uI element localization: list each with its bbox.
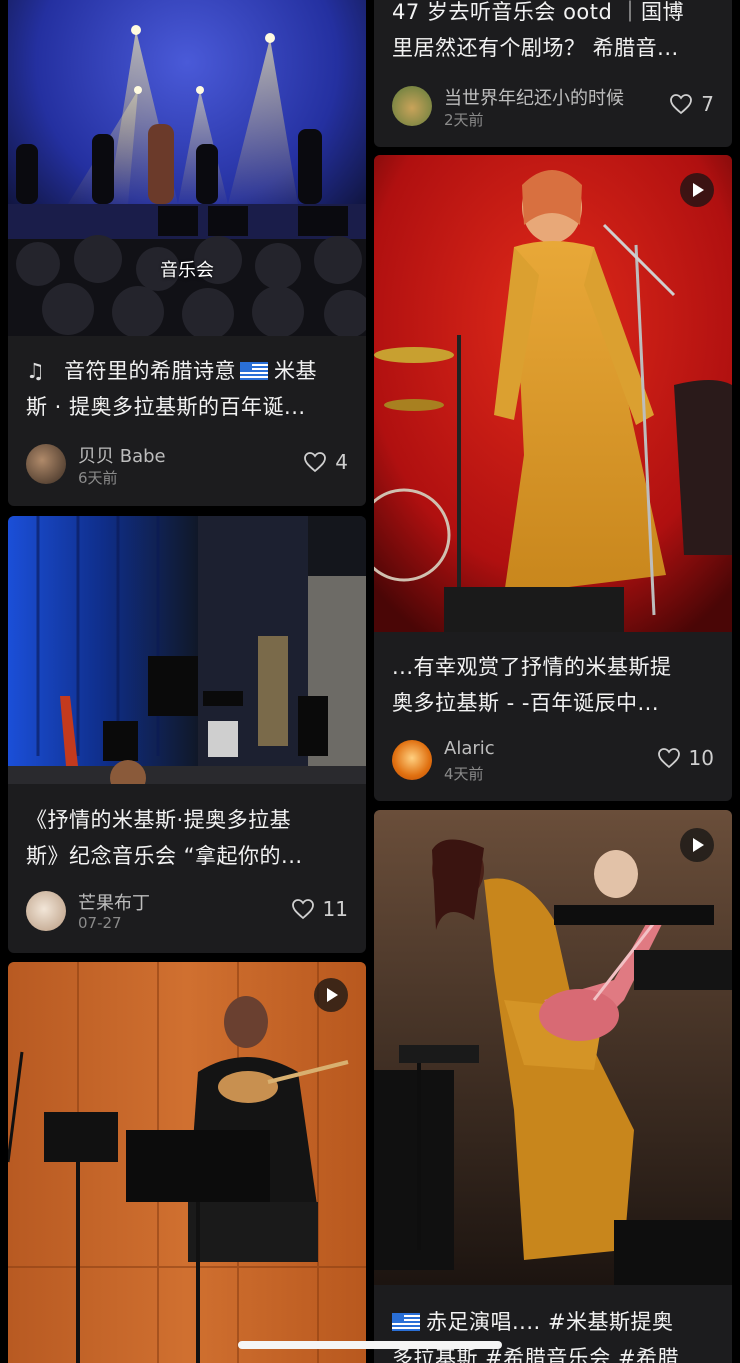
like-count: 4	[335, 450, 348, 474]
like-count: 7	[701, 92, 714, 116]
post-card[interactable]	[8, 962, 366, 1363]
post-video-thumbnail[interactable]	[374, 155, 732, 632]
post-title: 47 岁去听音乐会 ootd ｜国博 里居然还有个剧场？ 希腊音...	[392, 0, 685, 60]
author-name[interactable]: 当世界年纪还小的时候	[444, 84, 624, 110]
like-button[interactable]: 11	[291, 897, 348, 921]
heart-icon	[670, 94, 693, 115]
post-image[interactable]	[8, 516, 366, 784]
like-button[interactable]: 10	[657, 746, 714, 770]
music-note-icon: ♫	[26, 359, 46, 383]
post-video-thumbnail[interactable]	[374, 810, 732, 1285]
like-count: 11	[322, 897, 348, 921]
author-name[interactable]: 芒果布丁	[78, 889, 150, 915]
home-indicator[interactable]	[238, 1341, 502, 1349]
post-meta: 芒果布丁 07-27 11	[26, 889, 352, 933]
video-play-icon	[680, 173, 714, 207]
post-card[interactable]: ...有幸观赏了抒情的米基斯提 奥多拉基斯 - -百年诞辰中... Alaric…	[374, 155, 732, 801]
heart-icon	[657, 748, 680, 769]
like-button[interactable]: 7	[669, 92, 714, 116]
greece-flag-icon	[392, 1313, 420, 1331]
post-card[interactable]: 音乐会 ♫ 音符里的希腊诗意 米基 斯 · 提奥多拉基斯的百年诞... 贝贝 Bab…	[8, 0, 366, 506]
video-play-icon	[314, 978, 348, 1012]
post-card[interactable]: 《抒情的米基斯·提奥多拉基 斯》纪念音乐会 “拿起你的... 芒果布丁 07-2…	[8, 516, 366, 953]
post-card[interactable]: 47 岁去听音乐会 ootd ｜国博 里居然还有个剧场？ 希腊音... 当世界年…	[374, 0, 732, 147]
post-meta: 当世界年纪还小的时候 2天前 7	[392, 84, 718, 129]
image-caption: 音乐会	[160, 260, 214, 281]
author-name[interactable]: 贝贝 Babe	[78, 442, 166, 468]
post-title: ...有幸观赏了抒情的米基斯提 奥多拉基斯 - -百年诞辰中...	[392, 655, 672, 715]
post-title: 赤足演唱.... #米基斯提奥 多拉基斯 #希腊音乐会 #希腊	[392, 1310, 680, 1363]
post-time: 6天前	[78, 469, 118, 487]
author-name[interactable]: Alaric	[444, 738, 495, 759]
post-title: ♫ 音符里的希腊诗意 米基 斯 · 提奥多拉基斯的百年诞...	[26, 353, 352, 425]
post-time: 07-27	[78, 914, 122, 932]
like-button[interactable]: 4	[303, 450, 348, 474]
heart-icon	[291, 899, 314, 920]
avatar[interactable]	[392, 86, 432, 126]
post-video-thumbnail[interactable]	[8, 962, 366, 1363]
avatar[interactable]	[26, 444, 66, 484]
like-count: 10	[688, 746, 714, 770]
post-meta: Alaric 4天前 10	[392, 738, 718, 783]
avatar[interactable]	[26, 891, 66, 931]
post-card[interactable]: 赤足演唱.... #米基斯提奥 多拉基斯 #希腊音乐会 #希腊	[374, 810, 732, 1363]
video-play-icon	[680, 828, 714, 862]
avatar[interactable]	[392, 740, 432, 780]
post-title: 《抒情的米基斯·提奥多拉基 斯》纪念音乐会 “拿起你的...	[26, 808, 303, 868]
post-image[interactable]: 音乐会	[8, 0, 366, 336]
post-meta: 贝贝 Babe 6天前 4	[26, 442, 352, 487]
post-time: 2天前	[444, 111, 484, 129]
post-time: 4天前	[444, 765, 484, 783]
heart-icon	[304, 452, 327, 473]
greece-flag-icon	[240, 362, 268, 380]
